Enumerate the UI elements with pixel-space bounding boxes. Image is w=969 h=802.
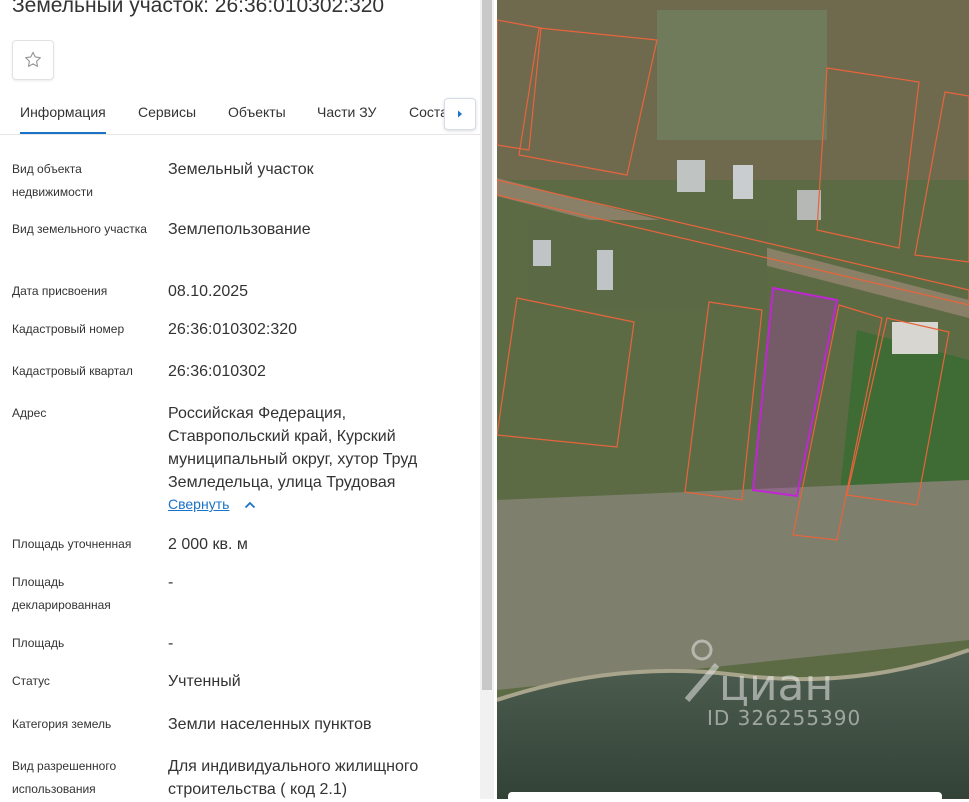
field-value: 2 000 кв. м xyxy=(168,536,248,553)
field-label: Адрес xyxy=(12,406,47,420)
field-label: Площадь декларированная xyxy=(12,575,111,612)
field-label: Дата присвоения xyxy=(12,284,108,298)
field-label: Кадастровый номер xyxy=(12,322,125,336)
tab-services[interactable]: Сервисы xyxy=(138,104,196,120)
info-panel: Земельный участок: 26:36:010302:320 Инфо… xyxy=(0,0,480,799)
scrollbar-thumb[interactable] xyxy=(482,0,492,690)
field-value: Для индивидуального жилищного строительс… xyxy=(168,758,419,798)
tab-bar: Информация Сервисы Объекты Части ЗУ Сост… xyxy=(0,96,480,135)
field-value: Землепользование xyxy=(168,221,311,238)
map-bottom-bar xyxy=(508,792,942,802)
field-label: Категория земель xyxy=(12,717,112,731)
field-value: Земельный участок xyxy=(168,161,314,178)
watermark-id: ID 326255390 xyxy=(707,706,862,730)
watermark-brand: циан xyxy=(719,660,834,711)
star-icon xyxy=(25,51,41,67)
field-value: 08.10.2025 xyxy=(168,283,249,300)
field-value: 26:36:010302 xyxy=(168,363,266,380)
field-label: Площадь уточненная xyxy=(12,537,132,551)
field-value: 26:36:010302:320 xyxy=(168,321,298,338)
field-value: Земли населенных пунктов xyxy=(168,716,372,733)
tab-composition[interactable]: Соста xyxy=(409,104,448,120)
field-value: - xyxy=(168,635,174,652)
satellite-map[interactable]: циан ID 326255390 xyxy=(497,0,969,799)
collapse-toggle[interactable]: Свернуть xyxy=(168,496,256,514)
tab-info[interactable]: Информация xyxy=(20,104,106,134)
field-label: Кадастровый квартал xyxy=(12,364,133,378)
tab-objects[interactable]: Объекты xyxy=(228,104,286,120)
favorite-button[interactable] xyxy=(12,40,54,80)
collapse-link[interactable]: Свернуть xyxy=(168,496,229,512)
field-label: Вид разрешенного использования xyxy=(12,759,117,796)
field-label: Площадь xyxy=(12,636,65,650)
page-title: Земельный участок: 26:36:010302:320 xyxy=(12,0,385,17)
tab-parts[interactable]: Части ЗУ xyxy=(317,104,376,120)
tabs-scroll-right-button[interactable] xyxy=(444,98,476,130)
field-value: Учтенный xyxy=(168,673,241,690)
chevron-up-icon xyxy=(244,501,255,508)
field-label: Вид объекта недвижимости xyxy=(12,162,93,199)
field-label: Статус xyxy=(12,674,50,688)
field-label: Вид земельного участка xyxy=(12,222,147,236)
field-value: Российская Федерация, Ставропольский кра… xyxy=(168,405,418,491)
field-value: - xyxy=(168,574,174,591)
caret-right-icon xyxy=(458,110,462,118)
